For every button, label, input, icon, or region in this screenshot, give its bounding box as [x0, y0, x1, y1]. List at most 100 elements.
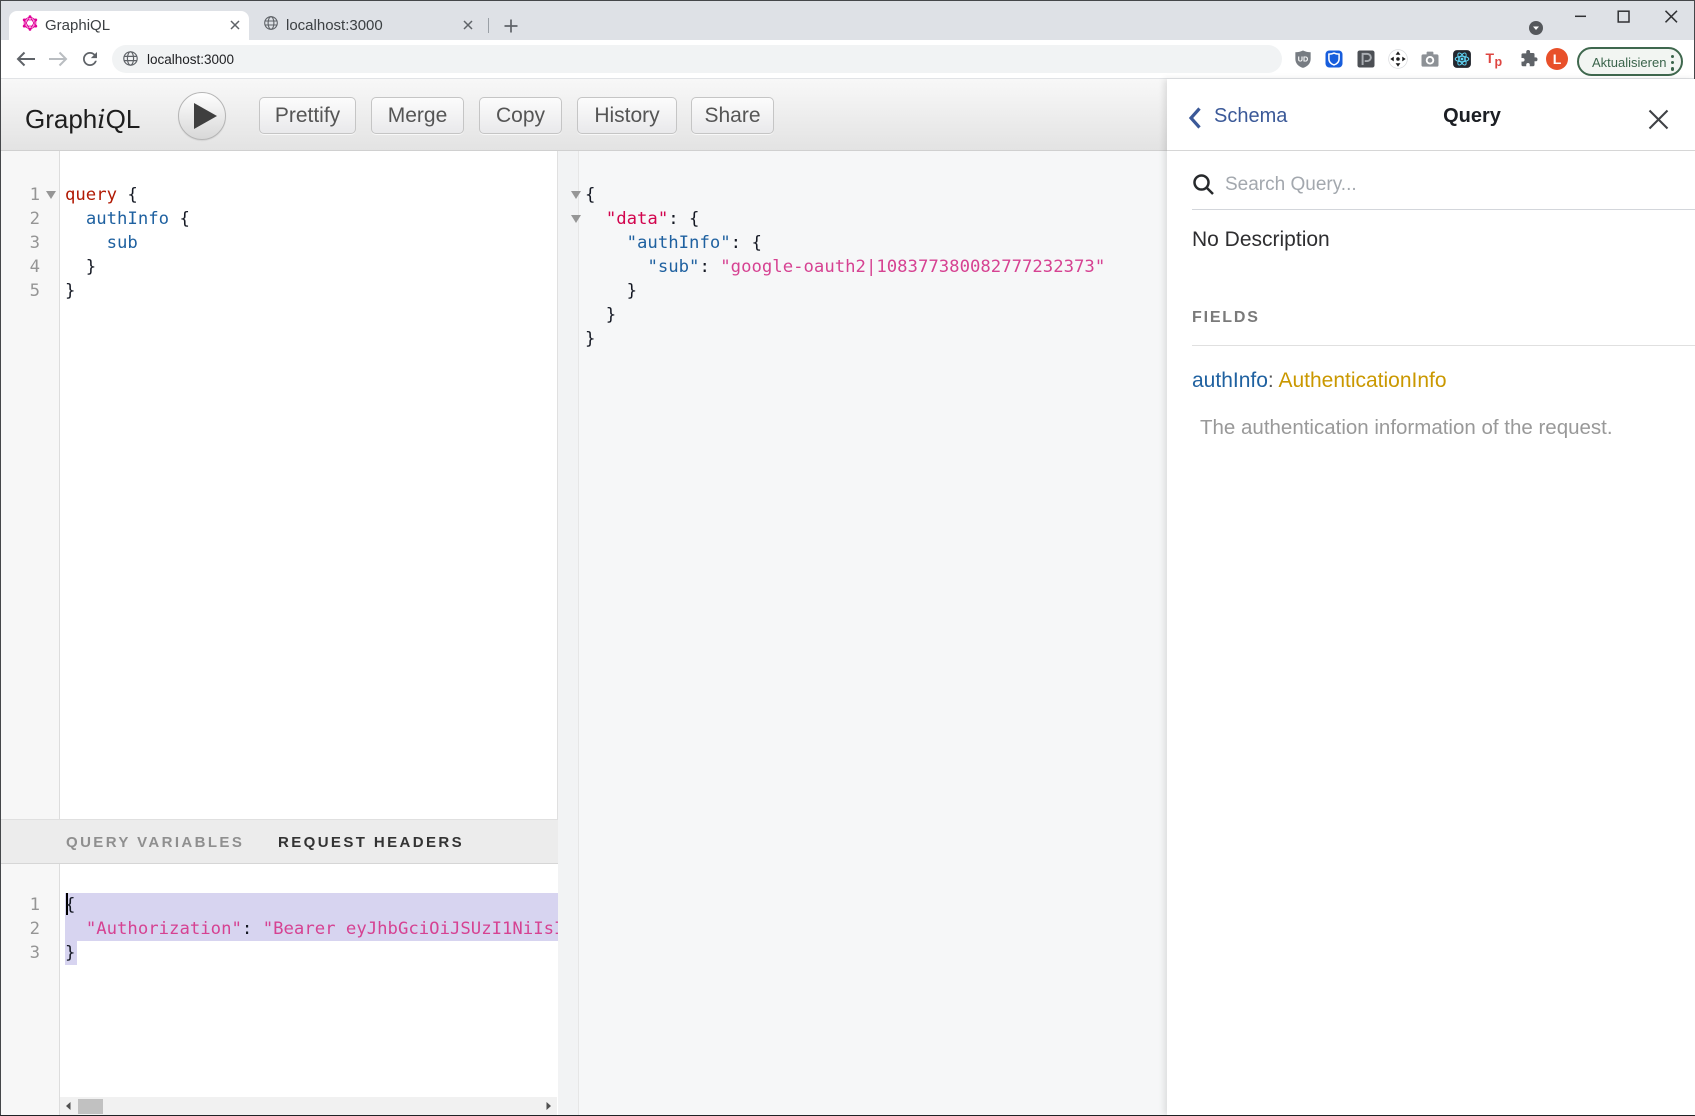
code-line: "authInfo": {: [585, 231, 762, 255]
react-devtools-icon[interactable]: [1447, 44, 1477, 74]
line-number: 2: [1, 207, 40, 231]
line-number: 4: [1, 255, 40, 279]
horizontal-scrollbar[interactable]: [60, 1097, 557, 1115]
tab-strip: GraphiQL localhost:3000: [1, 1, 1694, 40]
new-tab-button[interactable]: [499, 14, 523, 38]
code-token: [585, 209, 606, 229]
profile-avatar[interactable]: L: [1542, 44, 1572, 74]
tab-search-button[interactable]: [1529, 21, 1543, 35]
forward-icon[interactable]: [43, 44, 73, 74]
code-line: "sub": "google-oauth2|108377380082777232…: [585, 255, 1105, 279]
bitwarden-shield-icon[interactable]: [1319, 44, 1349, 74]
code-token: }: [65, 943, 75, 963]
play-icon: [194, 103, 217, 129]
line-number: 2: [1, 917, 40, 941]
code-line: }: [585, 327, 595, 351]
tp-red-letters-icon[interactable]: T p: [1479, 44, 1509, 74]
site-globe-icon[interactable]: [122, 50, 139, 67]
dpad-circle-icon[interactable]: [1383, 44, 1413, 74]
line-number: 3: [1, 941, 40, 965]
code-token: : {: [731, 233, 762, 253]
code-token: }: [65, 281, 75, 301]
field-type-link[interactable]: AuthenticationInfo: [1278, 369, 1446, 392]
doc-explorer-header: Schema Query: [1167, 79, 1695, 151]
line-number: 1: [1, 893, 40, 917]
code-token: {: [169, 209, 190, 229]
code-line: }: [585, 303, 616, 327]
execute-button[interactable]: [178, 92, 226, 140]
scrollbar-thumb[interactable]: [78, 1099, 103, 1114]
tab-query-variables[interactable]: QUERY VARIABLES: [66, 834, 244, 851]
chevron-left-icon: [1188, 106, 1202, 130]
window-maximize-button[interactable]: [1606, 1, 1651, 31]
code-token: {: [585, 185, 595, 205]
code-line: }: [65, 279, 75, 303]
doc-search-box[interactable]: Search Query...: [1192, 171, 1695, 210]
history-button[interactable]: History: [577, 97, 677, 134]
code-token: : {: [668, 209, 699, 229]
code-line: query {: [65, 183, 138, 207]
tab-title: GraphiQL: [45, 17, 110, 34]
back-icon[interactable]: [11, 44, 41, 74]
code-line: "data": {: [585, 207, 699, 231]
field-name-link[interactable]: authInfo: [1192, 369, 1268, 392]
url-text[interactable]: localhost:3000: [147, 52, 234, 67]
doc-explorer-panel: Schema Query Search Query... No Descript…: [1167, 79, 1695, 1115]
ublock-ud-shield-icon[interactable]: UD: [1288, 44, 1318, 74]
code-line: }: [65, 941, 75, 965]
doc-back-link[interactable]: Schema: [1188, 105, 1287, 128]
query-editor[interactable]: 1query {2 authInfo {3 sub4 }5}: [1, 151, 558, 819]
code-line: authInfo {: [65, 207, 190, 231]
scroll-left-button[interactable]: [60, 1097, 77, 1115]
secondary-editor-titlebar[interactable]: QUERY VARIABLES REQUEST HEADERS: [1, 819, 558, 864]
scroll-right-button[interactable]: [540, 1097, 557, 1115]
camera-icon[interactable]: [1415, 44, 1445, 74]
code-token: "data": [606, 209, 668, 229]
code-line: }: [585, 279, 637, 303]
doc-close-icon[interactable]: [1647, 108, 1670, 131]
doc-explorer-title: Query: [1443, 105, 1501, 128]
code-line: {: [585, 183, 595, 207]
code-token: [65, 919, 86, 939]
browser-toolbar: localhost:3000 UD: [1, 40, 1694, 79]
puzzle-extensions-icon[interactable]: [1513, 44, 1543, 74]
prettify-button[interactable]: Prettify: [259, 97, 356, 134]
tab-close-icon[interactable]: [226, 16, 244, 34]
tab-separator: [488, 18, 489, 33]
graphql-logo-icon: [22, 15, 38, 31]
code-token: [65, 209, 86, 229]
code-token: :: [699, 257, 720, 277]
window-minimize-button[interactable]: [1561, 1, 1606, 31]
line-number: 3: [1, 231, 40, 255]
field-description: The authentication information of the re…: [1200, 416, 1613, 440]
reload-icon[interactable]: [75, 44, 105, 74]
svg-text:p: p: [1495, 55, 1503, 69]
graphiql-logo: GraphiQL: [25, 104, 140, 135]
copy-button[interactable]: Copy: [479, 97, 562, 134]
tab-localhost[interactable]: localhost:3000: [250, 11, 481, 40]
window-close-button[interactable]: [1651, 1, 1695, 31]
request-headers-editor[interactable]: 1{2 "Authorization": "Bearer eyJhbGciOiJ…: [1, 864, 558, 1115]
browser-window: GraphiQL localhost:3000: [0, 0, 1695, 1116]
code-token: sub: [107, 233, 138, 253]
selection-highlight: [65, 893, 558, 917]
address-bar[interactable]: localhost:3000: [112, 45, 1282, 73]
chevron-down-icon: [1529, 21, 1543, 35]
fold-arrow-icon[interactable]: [571, 215, 581, 223]
share-button[interactable]: Share: [691, 97, 774, 134]
code-token: "authInfo": [627, 233, 731, 253]
field-row: authInfo: AuthenticationInfo: [1192, 369, 1447, 393]
tab-request-headers[interactable]: REQUEST HEADERS: [278, 834, 464, 851]
update-button[interactable]: Aktualisieren: [1577, 47, 1683, 76]
p-dark-square-icon[interactable]: [1351, 44, 1381, 74]
code-line: {: [65, 893, 75, 917]
code-token: [65, 233, 107, 253]
svg-text:UD: UD: [1298, 55, 1308, 64]
merge-button[interactable]: Merge: [371, 97, 464, 134]
tab-close-icon[interactable]: [459, 16, 477, 34]
fold-arrow-icon[interactable]: [46, 191, 56, 199]
menu-kebab-icon[interactable]: [1671, 55, 1675, 72]
tab-graphiql[interactable]: GraphiQL: [9, 11, 249, 40]
fold-arrow-icon[interactable]: [571, 191, 581, 199]
result-viewer[interactable]: { "data": { "authInfo": { "sub": "google…: [557, 151, 1167, 1115]
